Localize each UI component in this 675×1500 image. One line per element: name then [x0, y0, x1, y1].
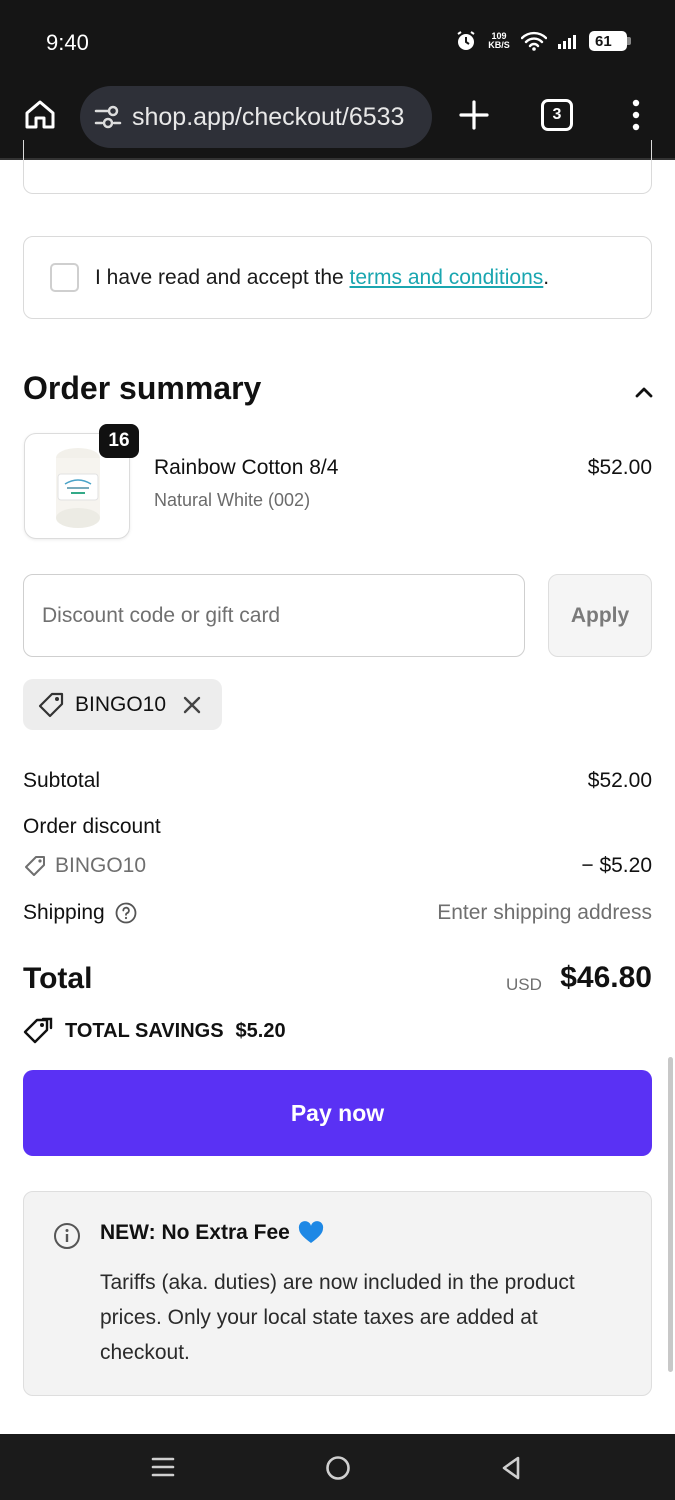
alarm-icon: [457, 31, 475, 50]
discount-code-text: BINGO10: [55, 854, 147, 877]
scrollbar[interactable]: [668, 1057, 673, 1372]
savings-tag-icon: [23, 1017, 53, 1044]
home-icon[interactable]: [22, 96, 58, 132]
total-savings: TOTAL SAVINGS $5.20: [23, 1016, 286, 1046]
shipping-value: Enter shipping address: [437, 901, 652, 924]
terms-text: I have read and accept the terms and con…: [95, 266, 549, 290]
terms-link[interactable]: terms and conditions: [350, 266, 544, 289]
discount-value: − $5.20: [581, 854, 652, 877]
help-icon[interactable]: [115, 902, 137, 924]
discount-code-line: BINGO10: [23, 854, 146, 878]
wifi-icon: [521, 31, 547, 51]
product-variant: Natural White (002): [154, 490, 311, 510]
previous-field-card: [23, 140, 652, 194]
total-label: Total: [23, 962, 93, 995]
url-text: shop.app/checkout/6533: [132, 102, 405, 131]
tabs-button[interactable]: 3: [541, 99, 573, 131]
terms-checkbox[interactable]: [50, 263, 79, 292]
total-currency: USD: [506, 975, 542, 994]
system-nav-bar: [0, 1434, 675, 1500]
net-speed-unit: KB/S: [488, 40, 510, 50]
net-speed: 109 KB/S: [487, 32, 511, 50]
savings-amount: $5.20: [235, 1019, 286, 1042]
home-circle-icon[interactable]: [324, 1454, 352, 1482]
total-value: $46.80: [560, 961, 652, 994]
blue-heart-icon: [298, 1221, 323, 1243]
tune-icon[interactable]: [94, 105, 122, 129]
order-summary-title: Order summary: [23, 370, 262, 406]
apply-button[interactable]: Apply: [548, 574, 652, 657]
order-discount-label: Order discount: [23, 815, 161, 838]
status-time: 9:40: [46, 30, 89, 55]
info-icon: [54, 1223, 80, 1249]
address-bar[interactable]: shop.app/checkout/6533: [80, 86, 432, 148]
more-vert-icon[interactable]: [620, 97, 652, 133]
shipping-label: Shipping: [23, 901, 105, 924]
terms-suffix: .: [543, 265, 550, 289]
subtotal-value: $52.00: [587, 769, 652, 792]
quantity-badge: 16: [99, 424, 139, 458]
notice-body: Tariffs (aka. duties) are now included i…: [100, 1271, 575, 1364]
status-bar: 9:40 109 KB/S 61: [0, 0, 675, 84]
close-icon[interactable]: [180, 693, 204, 717]
product-name: Rainbow Cotton 8/4: [154, 456, 339, 479]
notice-title-row: NEW: No Extra Fee: [100, 1221, 324, 1245]
notice-title: NEW: No Extra Fee: [100, 1221, 290, 1244]
terms-box: I have read and accept the terms and con…: [23, 236, 652, 319]
tariff-notice: NEW: No Extra Fee Tariffs (aka. duties) …: [23, 1191, 652, 1396]
subtotal-label: Subtotal: [23, 769, 101, 792]
applied-code-label: BINGO10: [75, 692, 167, 716]
shipping-row-label: Shipping: [23, 901, 137, 925]
tag-icon: [38, 692, 64, 717]
applied-code-chip: BINGO10: [23, 679, 222, 730]
recents-icon[interactable]: [150, 1454, 176, 1480]
back-icon[interactable]: [498, 1454, 524, 1482]
status-icons: 109 KB/S 61: [455, 30, 631, 52]
signal-icon: [558, 35, 576, 49]
pay-now-button[interactable]: Pay now: [23, 1070, 652, 1156]
tag-icon: [25, 856, 45, 876]
product-price: $52.00: [587, 456, 652, 479]
battery-indicator: 61: [589, 31, 631, 51]
savings-label: TOTAL SAVINGS: [65, 1019, 224, 1042]
chevron-up-icon[interactable]: [630, 380, 658, 404]
discount-code-input[interactable]: [23, 574, 525, 657]
plus-icon[interactable]: [456, 97, 492, 133]
terms-prefix: I have read and accept the: [95, 265, 350, 289]
